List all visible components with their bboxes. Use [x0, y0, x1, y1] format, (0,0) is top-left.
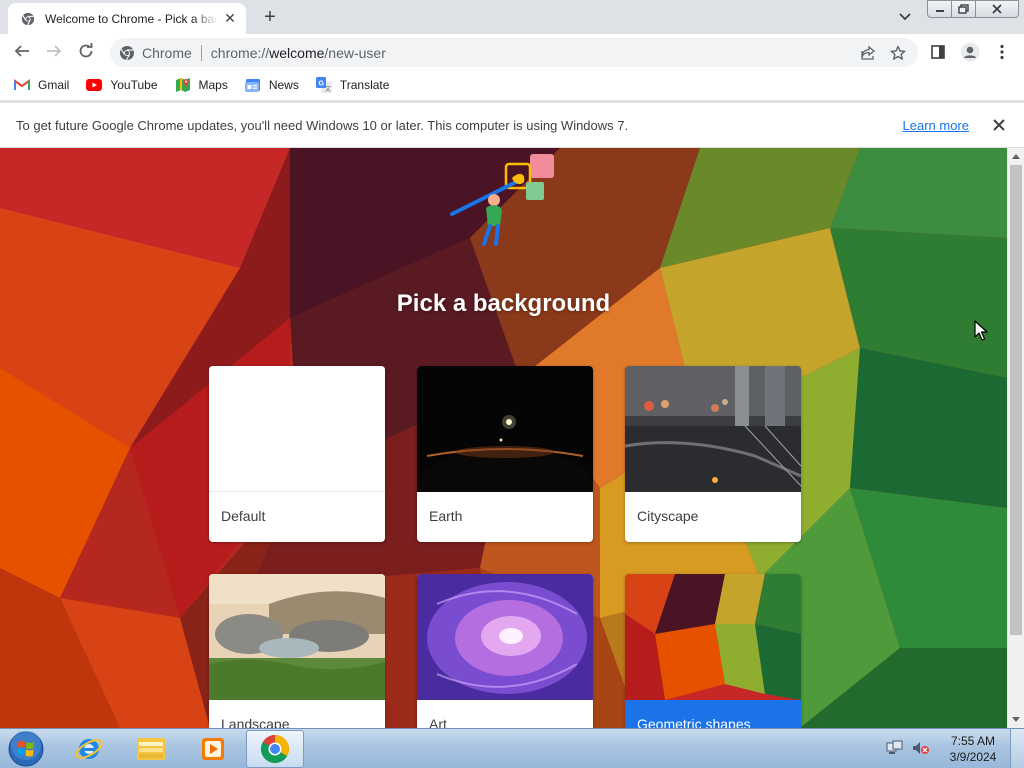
tab-welcome[interactable]: Welcome to Chrome - Pick a background ✕ [8, 3, 246, 34]
bookmark-label: Translate [339, 78, 390, 92]
maps-icon [175, 77, 191, 93]
show-desktop-button[interactable] [1010, 729, 1024, 768]
omnibox-divider [200, 44, 202, 61]
bookmark-label: Maps [198, 78, 228, 92]
background-card-earth[interactable]: Earth [417, 366, 593, 542]
taskbar-internet-explorer[interactable] [60, 730, 118, 768]
chrome-icon [261, 735, 289, 763]
update-infobar: To get future Google Chrome updates, you… [0, 102, 1024, 148]
bookmark-star-icon[interactable] [888, 43, 908, 63]
url-text: chrome://welcome/new-user [211, 45, 386, 61]
clock-time: 7:55 AM [950, 734, 996, 748]
clock-date: 3/9/2024 [949, 750, 997, 764]
chrome-icon [118, 44, 136, 62]
reload-button[interactable] [72, 38, 100, 66]
landscape-thumbnail [209, 574, 385, 700]
bookmark-translate[interactable]: G文 Translate [310, 73, 396, 97]
menu-kebab-icon[interactable] [990, 40, 1014, 64]
bookmark-gmail[interactable]: Gmail [8, 73, 75, 97]
tab-strip: Welcome to Chrome - Pick a background ✕ … [0, 0, 1024, 34]
taskbar-file-explorer[interactable] [122, 730, 180, 768]
window-controls [927, 0, 1019, 18]
tab-search-icon[interactable] [894, 8, 916, 26]
svg-text:G: G [318, 81, 324, 88]
taskbar-chrome[interactable] [246, 730, 304, 768]
bookmarks-bar: Gmail YouTube Maps News G文 Translate [0, 70, 1024, 100]
background-card-cityscape[interactable]: Cityscape [625, 366, 801, 542]
scrollbar-thumb[interactable] [1010, 165, 1022, 635]
earth-thumbnail [417, 366, 593, 492]
geometric-shapes-thumbnail [625, 574, 801, 700]
page-content: Pick a background Default Earth Cityscap… [0, 148, 1007, 728]
bookmark-maps[interactable]: Maps [169, 73, 234, 97]
network-icon[interactable] [886, 740, 904, 756]
side-panel-icon[interactable] [926, 40, 950, 64]
windows-logo-icon [8, 731, 44, 767]
origin-chip: Chrome [142, 44, 192, 61]
mouse-cursor-icon [974, 320, 988, 341]
youtube-icon [86, 77, 103, 93]
back-button[interactable] [8, 38, 36, 66]
tab-title: Welcome to Chrome - Pick a background [45, 11, 218, 26]
close-tab-icon[interactable]: ✕ [222, 10, 238, 27]
file-explorer-icon [137, 738, 165, 760]
forward-arrow-icon [46, 43, 62, 62]
gmail-icon [14, 77, 30, 93]
translate-icon: G文 [315, 77, 332, 93]
address-bar[interactable]: Chrome chrome://welcome/new-user [110, 38, 918, 67]
cityscape-thumbnail [625, 366, 801, 492]
bookmark-label: News [268, 78, 299, 92]
reload-icon [78, 42, 94, 62]
card-label: Default [221, 508, 266, 524]
infobar-message: To get future Google Chrome updates, you… [16, 117, 629, 133]
minimize-button[interactable] [927, 0, 952, 18]
taskbar-clock[interactable]: 7:55 AM 3/9/2024 [946, 733, 1000, 765]
chrome-favicon-icon [20, 11, 36, 27]
painter-illustration [450, 152, 560, 256]
card-label: Landscape [221, 716, 290, 728]
background-card-landscape[interactable]: Landscape [209, 574, 385, 728]
system-tray [886, 735, 938, 761]
scroll-up-icon[interactable] [1008, 148, 1024, 164]
card-label: Geometric shapes [637, 716, 751, 728]
svg-text:文: 文 [325, 85, 331, 93]
start-button[interactable] [6, 731, 46, 767]
bookmark-label: Gmail [38, 78, 70, 92]
background-card-art[interactable]: Art [417, 574, 593, 728]
taskbar-media-player[interactable] [184, 730, 242, 768]
scroll-down-icon[interactable] [1008, 712, 1024, 728]
new-tab-button[interactable]: + [256, 5, 284, 29]
url-path: /new-user [324, 44, 386, 61]
bookmark-news[interactable]: News [239, 73, 305, 97]
background-card-geometric-shapes[interactable]: Geometric shapes [625, 574, 801, 728]
card-label: Earth [429, 508, 463, 524]
card-label: Art [429, 716, 447, 728]
profile-avatar-icon[interactable] [958, 40, 982, 64]
bookmark-label: YouTube [110, 78, 158, 92]
page-scrollbar[interactable] [1007, 148, 1024, 728]
restore-button[interactable] [952, 0, 976, 18]
page-title: Pick a background [396, 290, 611, 317]
learn-more-link[interactable]: Learn more [903, 118, 969, 133]
volume-muted-icon[interactable] [912, 740, 930, 756]
card-label: Cityscape [637, 508, 699, 524]
background-card-default[interactable]: Default [209, 366, 385, 542]
bookmark-youtube[interactable]: YouTube [80, 73, 163, 97]
media-player-icon [202, 738, 224, 760]
toolbar: Chrome chrome://welcome/new-user [0, 34, 1024, 70]
windows-taskbar: 7:55 AM 3/9/2024 [0, 728, 1024, 768]
share-icon[interactable] [858, 43, 878, 63]
close-infobar-icon[interactable] [989, 115, 1009, 135]
url-scheme: chrome:// [210, 44, 270, 61]
url-host: welcome [269, 44, 325, 61]
internet-explorer-icon [75, 739, 103, 759]
back-arrow-icon [14, 43, 30, 62]
art-thumbnail [417, 574, 593, 700]
close-window-button[interactable] [976, 0, 1019, 18]
forward-button[interactable] [40, 38, 68, 66]
default-thumbnail [209, 366, 385, 492]
news-icon [244, 77, 261, 93]
